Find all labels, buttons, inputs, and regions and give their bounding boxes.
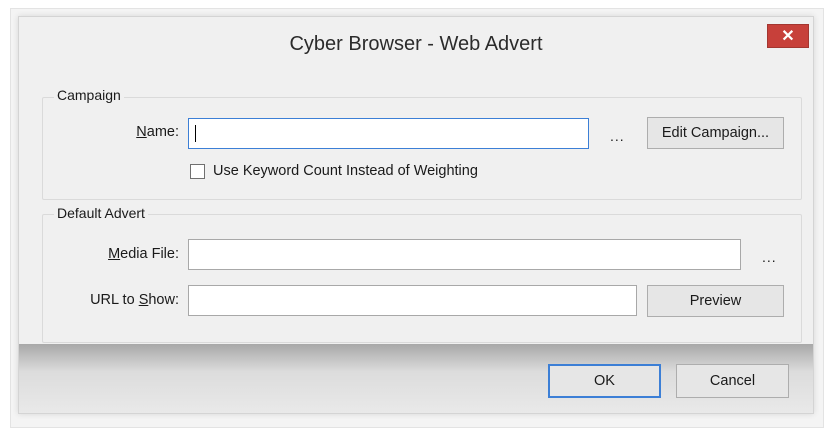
name-label-mnemonic: N: [136, 124, 147, 140]
default-advert-group-legend: Default Advert: [54, 205, 148, 221]
text-caret: [195, 125, 196, 142]
preview-button[interactable]: Preview: [647, 285, 784, 317]
title-bar: Cyber Browser - Web Advert ✕: [19, 17, 813, 73]
close-icon: ✕: [781, 28, 795, 45]
ok-button[interactable]: OK: [548, 364, 661, 398]
edit-campaign-button[interactable]: Edit Campaign...: [647, 117, 784, 149]
campaign-browse-button[interactable]: ...: [610, 128, 625, 144]
campaign-name-input[interactable]: [188, 118, 589, 149]
url-label-rest: how:: [148, 292, 179, 308]
media-file-input[interactable]: [188, 239, 741, 270]
close-button[interactable]: ✕: [767, 24, 809, 48]
name-label-rest: ame:: [146, 124, 179, 140]
media-label-rest: edia File:: [120, 246, 179, 262]
name-label: Name:: [79, 124, 179, 140]
cancel-button[interactable]: Cancel: [676, 364, 789, 398]
media-browse-button[interactable]: ...: [762, 249, 777, 265]
url-to-show-input[interactable]: [188, 285, 637, 316]
web-advert-dialog: Cyber Browser - Web Advert ✕ Campaign Na…: [18, 16, 814, 414]
media-file-label: Media File:: [59, 246, 179, 262]
campaign-group-legend: Campaign: [54, 87, 124, 103]
keyword-count-label[interactable]: Use Keyword Count Instead of Weighting: [213, 163, 478, 179]
media-label-mnemonic: M: [108, 246, 121, 262]
url-label-pre: URL to: [90, 292, 139, 308]
url-to-show-label: URL to Show:: [49, 292, 179, 308]
default-advert-group: [42, 214, 802, 343]
dialog-title: Cyber Browser - Web Advert: [289, 33, 543, 55]
keyword-count-checkbox[interactable]: [190, 164, 205, 179]
url-label-mnemonic: S: [138, 292, 149, 308]
